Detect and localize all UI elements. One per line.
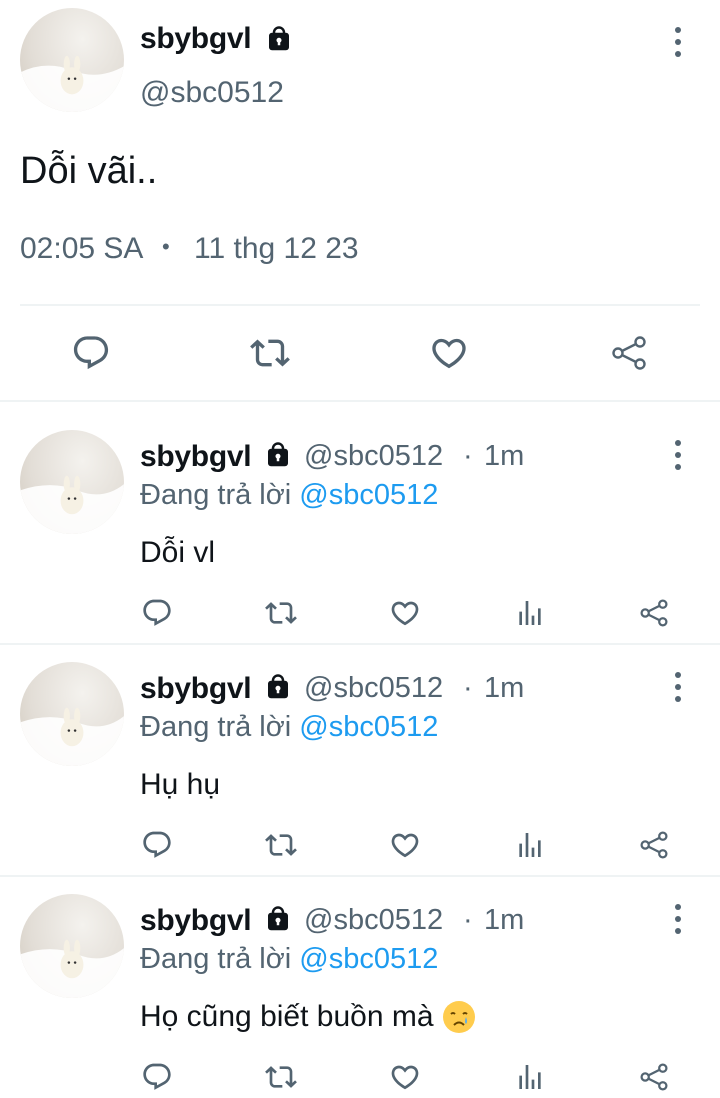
meta-separator: • <box>162 234 170 259</box>
kebab-icon[interactable] <box>668 440 688 470</box>
share-icon[interactable] <box>609 333 649 373</box>
replying-to-label: Đang trả lời @sbc0512 <box>140 943 438 976</box>
reply-icon[interactable] <box>141 597 173 629</box>
avatar[interactable] <box>20 430 124 534</box>
divider <box>0 643 720 645</box>
share-icon[interactable] <box>638 597 670 629</box>
reply-text: Hụ hụ <box>140 768 221 801</box>
analytics-icon[interactable] <box>514 1061 546 1093</box>
handle[interactable]: @sbc0512 <box>140 76 284 110</box>
lock-icon <box>263 440 293 470</box>
tweet-date[interactable]: 11 thg 12 23 <box>194 232 359 266</box>
share-icon[interactable] <box>638 1061 670 1093</box>
analytics-icon[interactable] <box>514 597 546 629</box>
reply-icon[interactable] <box>71 333 111 373</box>
reply-prefix: Đang trả lời <box>140 943 292 975</box>
retweet-icon[interactable] <box>265 829 297 861</box>
replying-to-label: Đang trả lời @sbc0512 <box>140 711 438 744</box>
reply-icon[interactable] <box>141 829 173 861</box>
heart-icon[interactable] <box>389 829 421 861</box>
divider <box>0 875 720 877</box>
meta-dot: · <box>463 440 473 472</box>
replying-to-handle[interactable]: @sbc0512 <box>299 943 438 975</box>
avatar[interactable] <box>20 894 124 998</box>
avatar[interactable] <box>20 8 124 112</box>
display-name[interactable]: sbybgvl <box>140 22 252 56</box>
meta-dot: · <box>463 904 473 936</box>
meta-dot: · <box>463 672 473 704</box>
share-icon[interactable] <box>638 829 670 861</box>
heart-icon[interactable] <box>389 1061 421 1093</box>
tweet-text: Dỗi vãi.. <box>20 150 158 192</box>
tweet-time[interactable]: 02:05 SA <box>20 232 143 266</box>
crying-face-icon <box>442 1000 476 1034</box>
handle[interactable]: @sbc0512 <box>304 904 443 937</box>
retweet-icon[interactable] <box>250 333 290 373</box>
heart-icon[interactable] <box>429 333 469 373</box>
reply-age[interactable]: 1m <box>484 672 524 705</box>
heart-icon[interactable] <box>389 597 421 629</box>
retweet-icon[interactable] <box>265 597 297 629</box>
replying-to-handle[interactable]: @sbc0512 <box>299 479 438 511</box>
analytics-icon[interactable] <box>514 829 546 861</box>
replying-to-handle[interactable]: @sbc0512 <box>299 711 438 743</box>
lock-icon <box>264 24 294 54</box>
handle[interactable]: @sbc0512 <box>304 440 443 473</box>
display-name[interactable]: sbybgvl <box>140 904 252 938</box>
reply-age[interactable]: 1m <box>484 904 524 937</box>
reply-icon[interactable] <box>141 1061 173 1093</box>
display-name[interactable]: sbybgvl <box>140 440 252 474</box>
lock-icon <box>263 904 293 934</box>
kebab-icon[interactable] <box>668 904 688 934</box>
handle[interactable]: @sbc0512 <box>304 672 443 705</box>
divider <box>0 400 720 402</box>
reply-text: Họ cũng biết buồn mà <box>140 1000 434 1033</box>
reply-text: Dỗi vl <box>140 536 216 569</box>
display-name[interactable]: sbybgvl <box>140 672 252 706</box>
kebab-icon[interactable] <box>668 672 688 702</box>
reply-text-line: Họ cũng biết buồn mà <box>140 1000 476 1034</box>
reply-prefix: Đang trả lời <box>140 711 292 743</box>
lock-icon <box>263 672 293 702</box>
retweet-icon[interactable] <box>265 1061 297 1093</box>
avatar[interactable] <box>20 662 124 766</box>
kebab-icon[interactable] <box>668 27 688 57</box>
reply-prefix: Đang trả lời <box>140 479 292 511</box>
divider <box>20 304 700 306</box>
replying-to-label: Đang trả lời @sbc0512 <box>140 479 438 512</box>
reply-age[interactable]: 1m <box>484 440 524 473</box>
